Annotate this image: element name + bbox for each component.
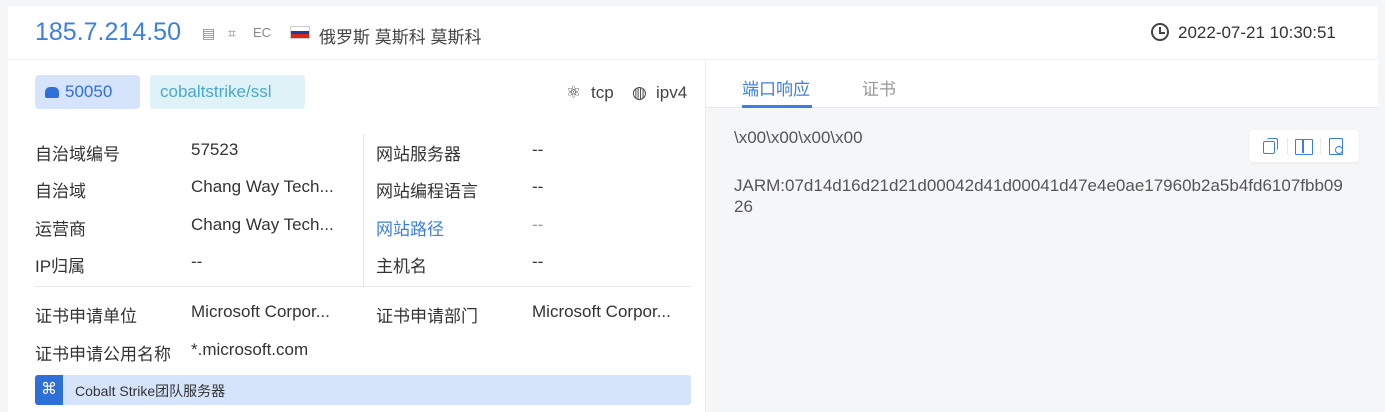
- asset-card: 185.7.214.50 ▤ ⌗ EC 俄罗斯 莫斯科 莫斯科 2022-07-…: [8, 6, 1378, 412]
- view-icon[interactable]: [1294, 137, 1313, 155]
- russia-flag-icon: [290, 26, 310, 39]
- web-lang-value: --: [532, 177, 544, 196]
- cert-org-label: 证书申请单位: [35, 307, 137, 326]
- tab-port-response[interactable]: 端口响应: [742, 75, 810, 100]
- web-server-value: --: [532, 140, 544, 159]
- web-server-label: 网站服务器: [376, 145, 461, 164]
- cert-dept-value: Microsoft Corpor...: [532, 302, 671, 321]
- port-response-text: \x00\x00\x00\x00: [734, 128, 863, 147]
- web-path-link[interactable]: 网站路径: [376, 215, 444, 240]
- port-icon: [45, 87, 59, 98]
- web-lang-label: 网站编程语言: [376, 182, 478, 201]
- timestamp: 2022-07-21 10:30:51: [1178, 23, 1336, 42]
- cert-dept-label: 证书申请部门: [376, 307, 478, 326]
- crop-icon[interactable]: ⌗: [228, 25, 236, 42]
- fingerprint-banner[interactable]: ⌘ Cobalt Strike团队服务器: [35, 375, 691, 405]
- isp-value: Chang Way Tech...: [191, 215, 334, 234]
- atom-icon: ⚛: [566, 83, 582, 102]
- fingerprint-text: Cobalt Strike团队服务器: [75, 383, 226, 399]
- tab-bar: 端口响应 证书: [706, 60, 1378, 108]
- asn-value: 57523: [191, 140, 239, 159]
- cert-org-value: Microsoft Corpor...: [191, 302, 330, 321]
- column-divider: [363, 134, 364, 286]
- active-tab-indicator: [742, 105, 812, 108]
- isp-label: 运营商: [35, 220, 86, 239]
- port-value: 50050: [65, 82, 113, 101]
- ip-owner-value: --: [191, 252, 203, 271]
- web-path-value: --: [532, 215, 544, 234]
- toolbar-divider: [1287, 138, 1288, 154]
- globe-icon: ◍: [632, 83, 647, 102]
- hostname-value: --: [532, 252, 544, 271]
- document-icon[interactable]: ▤: [202, 25, 215, 42]
- cert-cn-label: 证书申请公用名称: [35, 345, 171, 364]
- as-value: Chang Way Tech...: [191, 177, 334, 196]
- command-icon: ⌘: [35, 375, 63, 405]
- search-document-icon[interactable]: [1327, 137, 1345, 155]
- detail-panel: 端口响应 证书 \x00\x00\x00\x00 JARM:07d14d16d2…: [705, 60, 1378, 412]
- copy-icon[interactable]: [1261, 137, 1279, 155]
- ip-address[interactable]: 185.7.214.50: [35, 18, 181, 47]
- ec-icon[interactable]: EC: [253, 25, 271, 40]
- jarm-fingerprint: JARM:07d14d16d21d21d00042d41d00041d47e4e…: [734, 176, 1343, 216]
- service-tag[interactable]: cobaltstrike/ssl: [150, 75, 305, 109]
- asn-label: 自治域编号: [35, 145, 120, 164]
- info-panel: 50050 cobaltstrike/ssl ⚛ tcp ◍ ipv4 自治域编…: [8, 60, 705, 412]
- ip-owner-label: IP归属: [35, 257, 86, 276]
- hostname-label: 主机名: [376, 257, 427, 276]
- response-toolbar: [1249, 130, 1359, 162]
- header: 185.7.214.50 ▤ ⌗ EC 俄罗斯 莫斯科 莫斯科 2022-07-…: [8, 6, 1377, 60]
- clock-icon: [1151, 23, 1169, 41]
- section-divider: [35, 286, 691, 287]
- ip-version: ipv4: [656, 83, 688, 102]
- toolbar-divider: [1320, 138, 1321, 154]
- location: 俄罗斯 莫斯科 莫斯科: [319, 28, 482, 47]
- protocol: tcp: [591, 83, 614, 102]
- as-label: 自治域: [35, 182, 86, 201]
- tab-certificate[interactable]: 证书: [862, 75, 896, 100]
- port-tag[interactable]: 50050: [35, 75, 140, 109]
- cert-cn-value: *.microsoft.com: [191, 340, 309, 359]
